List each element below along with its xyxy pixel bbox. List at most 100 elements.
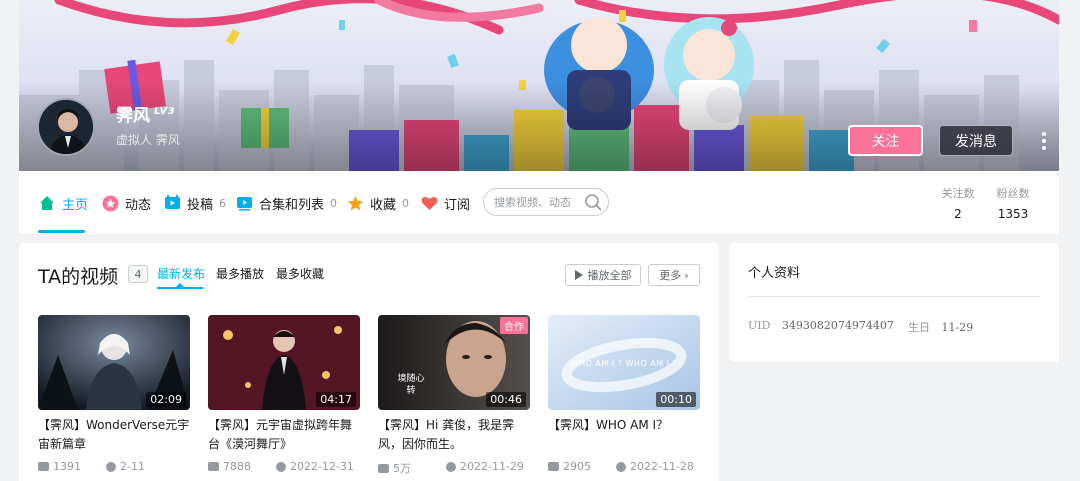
- nav-item-count: 6: [219, 196, 227, 210]
- birthday-row: 生日 11-29: [908, 319, 973, 335]
- nav-item-label: 收藏: [370, 197, 397, 213]
- play-count-icon: [208, 462, 219, 471]
- tab-most-played[interactable]: 最多播放: [216, 265, 264, 282]
- clock-icon: [106, 461, 116, 472]
- birthday-value: 11-29: [941, 321, 974, 334]
- video-duration: 00:10: [656, 392, 696, 407]
- play-icon: [574, 270, 583, 280]
- nav-item-favorites[interactable]: 收藏 0: [346, 193, 409, 213]
- nav-item-count: 0: [402, 196, 410, 210]
- search-placeholder: 搜索视频、动态: [494, 196, 571, 209]
- chevron-right-icon: ›: [684, 268, 689, 282]
- thumbnail-caption: WHO AM I ? WHO AM I ?: [570, 359, 678, 368]
- video-thumbnail[interactable]: 04:17: [208, 315, 360, 410]
- playlist-icon: [235, 194, 253, 212]
- clock-icon: [616, 461, 626, 472]
- play-count: 7888: [223, 460, 251, 473]
- more-videos-label: 更多: [659, 269, 682, 282]
- follow-button[interactable]: 关注: [848, 125, 923, 156]
- profile-banner: 霁风 LV3 虚拟人 霁风 关注 发消息: [19, 0, 1059, 171]
- nav-item-label: 合集和列表: [259, 197, 325, 213]
- videos-title[interactable]: TA的视频: [38, 262, 118, 289]
- video-meta: 2905 2022-11-28: [548, 460, 700, 476]
- publish-date: 2022-11-29: [460, 460, 524, 473]
- video-title[interactable]: 【霁风】WonderVerse元宇宙新篇章: [38, 416, 190, 454]
- followers-stat[interactable]: 粉丝数 1353: [983, 185, 1043, 221]
- video-thumbnail[interactable]: 合作 境随心转 00:46: [378, 315, 530, 410]
- video-card[interactable]: 04:17 【霁风】元宇宙虚拟跨年舞台《漠河舞厅》 7888 2022-12-3…: [208, 315, 360, 476]
- more-options-icon[interactable]: [1038, 130, 1050, 152]
- nav-item-label: 订阅: [444, 197, 471, 213]
- more-videos-button[interactable]: 更多 ›: [648, 264, 700, 286]
- tab-active-arrow: [176, 283, 184, 287]
- profile-nav: 主页 动态 投稿 6 合集和列表 0 收藏 0 订阅 搜索视频、动态 关注数 2…: [19, 171, 1059, 234]
- video-card[interactable]: WHO AM I ? WHO AM I ? 00:10 【霁风】WHO AM I…: [548, 315, 700, 476]
- avatar[interactable]: [37, 98, 95, 156]
- video-duration: 04:17: [316, 392, 356, 407]
- user-level-badge: LV3: [154, 106, 176, 117]
- nav-item-label: 动态: [125, 197, 152, 213]
- user-sign: 虚拟人 霁风: [116, 133, 180, 147]
- video-meta: 1391 2-11: [38, 460, 190, 476]
- video-title[interactable]: 【霁风】Hi 龚俊，我是霁风，因你而生。: [378, 416, 530, 454]
- nav-item-dynamic[interactable]: 动态: [101, 193, 151, 213]
- videos-count: 4: [128, 265, 148, 283]
- video-duration: 00:46: [486, 392, 526, 407]
- play-count-icon: [548, 462, 559, 471]
- video-upload-icon: [163, 194, 181, 212]
- video-title[interactable]: 【霁风】元宇宙虚拟跨年舞台《漠河舞厅》: [208, 416, 360, 454]
- publish-date: 2-11: [120, 460, 145, 473]
- video-meta: 7888 2022-12-31: [208, 460, 360, 476]
- play-all-label: 播放全部: [587, 269, 632, 282]
- star-icon: [101, 194, 119, 212]
- heart-icon: [420, 194, 438, 212]
- stat-label: 粉丝数: [996, 187, 1030, 200]
- video-duration: 02:09: [146, 392, 186, 407]
- video-card[interactable]: 合作 境随心转 00:46 【霁风】Hi 龚俊，我是霁风，因你而生。 5万 20…: [378, 315, 530, 476]
- video-title[interactable]: 【霁风】WHO AM I？: [548, 416, 700, 454]
- nav-active-indicator: [38, 230, 85, 233]
- tab-latest[interactable]: 最新发布: [157, 265, 205, 282]
- nav-item-count: 0: [330, 196, 338, 210]
- video-thumbnail[interactable]: 02:09: [38, 315, 190, 410]
- play-count: 5万: [393, 462, 411, 475]
- stat-value: 2: [954, 207, 962, 221]
- stat-value: 1353: [997, 207, 1029, 221]
- publish-date: 2022-12-31: [290, 460, 354, 473]
- nav-item-home[interactable]: 主页: [38, 193, 88, 213]
- play-all-button[interactable]: 播放全部: [565, 264, 641, 286]
- tab-active-indicator: [157, 287, 203, 289]
- clock-icon: [276, 461, 286, 472]
- birthday-label: 生日: [908, 321, 930, 334]
- divider: [748, 296, 1040, 297]
- play-count-icon: [378, 463, 389, 473]
- play-count-icon: [38, 462, 49, 471]
- nav-item-collections[interactable]: 合集和列表 0: [235, 193, 337, 213]
- stat-label: 关注数: [941, 187, 975, 200]
- profile-info-panel: 个人资料 UID 3493082074974407 生日 11-29: [729, 243, 1059, 362]
- video-card[interactable]: 02:09 【霁风】WonderVerse元宇宙新篇章 1391 2-11: [38, 315, 190, 476]
- favorite-star-icon: [346, 194, 364, 212]
- play-count: 1391: [53, 460, 81, 473]
- play-count: 2905: [563, 460, 591, 473]
- thumbnail-caption: 境随心转: [397, 374, 425, 396]
- video-thumbnail[interactable]: WHO AM I ? WHO AM I ? 00:10: [548, 315, 700, 410]
- search-icon[interactable]: [584, 193, 602, 214]
- message-button[interactable]: 发消息: [939, 125, 1013, 156]
- nav-item-subscriptions[interactable]: 订阅: [420, 193, 470, 213]
- uid-row: UID 3493082074974407: [748, 319, 894, 332]
- uid-label: UID: [748, 319, 771, 332]
- tab-most-favorited[interactable]: 最多收藏: [276, 265, 324, 282]
- nav-item-label: 投稿: [187, 197, 214, 213]
- clock-icon: [446, 461, 456, 472]
- video-meta: 5万 2022-11-29: [378, 460, 530, 476]
- publish-date: 2022-11-28: [630, 460, 694, 473]
- nav-item-label: 主页: [62, 197, 89, 213]
- search-input[interactable]: 搜索视频、动态: [483, 188, 609, 216]
- home-icon: [38, 194, 56, 212]
- collab-badge: 合作: [500, 317, 528, 334]
- uid-value[interactable]: 3493082074974407: [782, 319, 894, 332]
- following-stat[interactable]: 关注数 2: [928, 185, 988, 221]
- nav-item-uploads[interactable]: 投稿 6: [163, 193, 226, 213]
- profile-info-title: 个人资料: [748, 266, 801, 281]
